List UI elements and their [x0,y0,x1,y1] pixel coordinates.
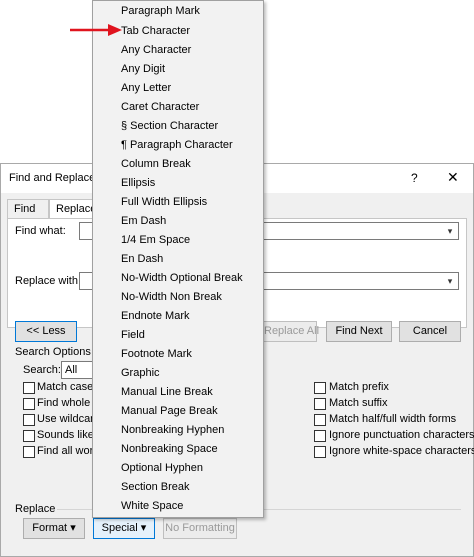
menu-item-no-width-non-break[interactable]: No-Width Non Break [121,288,222,306]
find-all-word-forms-checkbox[interactable] [23,446,35,458]
search-label: Search: [23,364,61,376]
match-case-checkbox[interactable] [23,382,35,394]
no-formatting-button[interactable]: No Formatting [163,518,237,539]
chevron-down-icon[interactable]: ▾ [444,223,456,239]
match-suffix-label: Match suffix [329,397,388,409]
menu-item-ellipsis[interactable]: Ellipsis [121,174,155,192]
menu-item-column-break[interactable]: Column Break [121,155,191,173]
replace-all-button[interactable]: Replace All [263,321,319,342]
menu-item-nonbreaking-hyphen[interactable]: Nonbreaking Hyphen [121,421,224,439]
special-button[interactable]: Special ▾ [93,518,155,539]
search-options-label: Search Options [15,346,91,358]
menu-item-endnote-mark[interactable]: Endnote Mark [121,307,189,325]
match-case-label: Match case [37,381,94,393]
menu-item-section-character[interactable]: § Section Character [121,117,218,135]
format-button[interactable]: Format ▾ [23,518,85,539]
menu-item-white-space[interactable]: White Space [121,497,183,515]
menu-item-manual-line-break[interactable]: Manual Line Break [121,383,213,401]
search-direction-value: All [65,364,78,376]
sounds-like-checkbox[interactable] [23,430,35,442]
ignore-whitespace-checkbox[interactable] [314,446,326,458]
menu-item-no-width-optional-break[interactable]: No-Width Optional Break [121,269,243,287]
replace-with-label: Replace with: [15,275,82,287]
menu-item-en-dash[interactable]: En Dash [121,250,163,268]
find-whole-words-checkbox[interactable] [23,398,35,410]
special-button-label: Special [101,522,138,534]
tab-find[interactable]: Find [7,199,49,219]
match-suffix-checkbox[interactable] [314,398,326,410]
menu-item-quarter-em-space[interactable]: 1/4 Em Space [121,231,190,249]
ignore-whitespace-label: Ignore white-space characters [329,445,474,457]
match-width-checkbox[interactable] [314,414,326,426]
chevron-down-icon[interactable]: ▾ [444,273,456,289]
menu-item-optional-hyphen[interactable]: Optional Hyphen [121,459,203,477]
menu-item-paragraph-mark[interactable]: Paragraph Mark [121,2,200,20]
menu-item-em-dash[interactable]: Em Dash [121,212,166,230]
menu-item-any-character[interactable]: Any Character [121,41,191,59]
menu-item-any-digit[interactable]: Any Digit [121,60,165,78]
dropdown-arrow-icon: ▾ [70,522,76,534]
find-what-label: Find what: [15,225,66,237]
special-menu: Paragraph Mark Tab Character Any Charact… [92,0,264,518]
menu-item-footnote-mark[interactable]: Footnote Mark [121,345,192,363]
close-icon[interactable]: ✕ [447,169,459,186]
search-direction-select[interactable]: All [61,361,95,379]
tab-replace-label: Replace [56,203,97,215]
replace-section-label: Replace [15,503,56,515]
dialog-title: Find and Replace [9,172,96,184]
menu-item-graphic[interactable]: Graphic [121,364,160,382]
menu-item-full-width-ellipsis[interactable]: Full Width Ellipsis [121,193,207,211]
find-next-button[interactable]: Find Next [326,321,392,342]
less-button[interactable]: << Less [15,321,77,342]
menu-item-paragraph-character[interactable]: ¶ Paragraph Character [121,136,233,154]
ignore-punctuation-checkbox[interactable] [314,430,326,442]
help-icon[interactable]: ? [411,171,418,185]
match-prefix-checkbox[interactable] [314,382,326,394]
dropdown-arrow-icon: ▾ [140,522,147,534]
menu-item-manual-page-break[interactable]: Manual Page Break [121,402,218,420]
red-pointer-arrow-icon [70,24,122,36]
ignore-punctuation-label: Ignore punctuation characters [329,429,474,441]
menu-item-caret-character[interactable]: Caret Character [121,98,199,116]
menu-item-any-letter[interactable]: Any Letter [121,79,171,97]
use-wildcards-label: Use wildcard [37,413,100,425]
match-prefix-label: Match prefix [329,381,389,393]
tab-find-label: Find [14,203,36,215]
menu-item-nonbreaking-space[interactable]: Nonbreaking Space [121,440,218,458]
menu-item-tab-character[interactable]: Tab Character [121,22,190,40]
menu-item-field[interactable]: Field [121,326,145,344]
menu-item-section-break[interactable]: Section Break [121,478,189,496]
use-wildcards-checkbox[interactable] [23,414,35,426]
find-all-word-forms-label: Find all word [37,445,100,457]
cancel-button[interactable]: Cancel [399,321,461,342]
format-button-label: Format [32,522,68,534]
match-width-label: Match half/full width forms [329,413,457,425]
